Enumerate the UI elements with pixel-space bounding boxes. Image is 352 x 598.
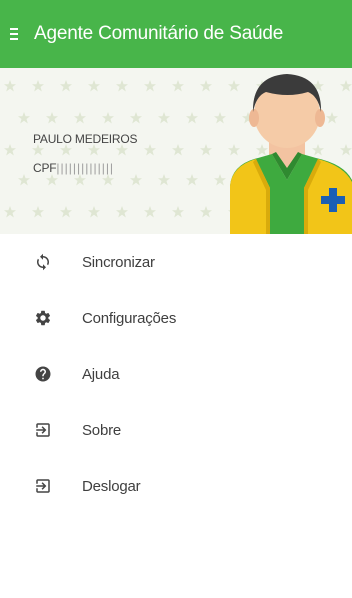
- menu-item-label: Configurações: [82, 309, 177, 327]
- sync-icon: [34, 253, 52, 271]
- health-agent-avatar: [230, 74, 352, 234]
- navigation-drawer-screen: Agente Comunitário de Saúde PAULO MEDEIR…: [0, 0, 352, 598]
- user-name: PAULO MEDEIROS: [33, 132, 138, 146]
- help-icon: [34, 365, 52, 383]
- user-cpf: CPF||||||||||||||: [33, 161, 114, 175]
- gear-icon: [34, 309, 52, 327]
- menu-item-label: Sobre: [82, 421, 122, 439]
- cpf-label: CPF: [33, 161, 57, 175]
- menu-item-configuracoes[interactable]: Configurações: [0, 290, 352, 346]
- menu-item-label: Ajuda: [82, 365, 120, 383]
- cpf-value: ||||||||||||||: [56, 161, 115, 175]
- drawer-menu: Sincronizar Configurações Ajuda Sobre De…: [0, 234, 352, 514]
- menu-item-label: Deslogar: [82, 477, 141, 495]
- menu-item-ajuda[interactable]: Ajuda: [0, 346, 352, 402]
- exit-to-app-icon: [34, 421, 52, 439]
- drawer-header: PAULO MEDEIROS CPF||||||||||||||: [0, 68, 352, 234]
- menu-item-sincronizar[interactable]: Sincronizar: [0, 234, 352, 290]
- menu-item-deslogar[interactable]: Deslogar: [0, 458, 352, 514]
- menu-item-sobre[interactable]: Sobre: [0, 402, 352, 458]
- hamburger-menu-icon[interactable]: [10, 23, 32, 45]
- menu-item-label: Sincronizar: [82, 253, 155, 271]
- exit-to-app-icon: [34, 477, 52, 495]
- app-bar: Agente Comunitário de Saúde: [0, 0, 352, 68]
- app-title: Agente Comunitário de Saúde: [34, 23, 284, 44]
